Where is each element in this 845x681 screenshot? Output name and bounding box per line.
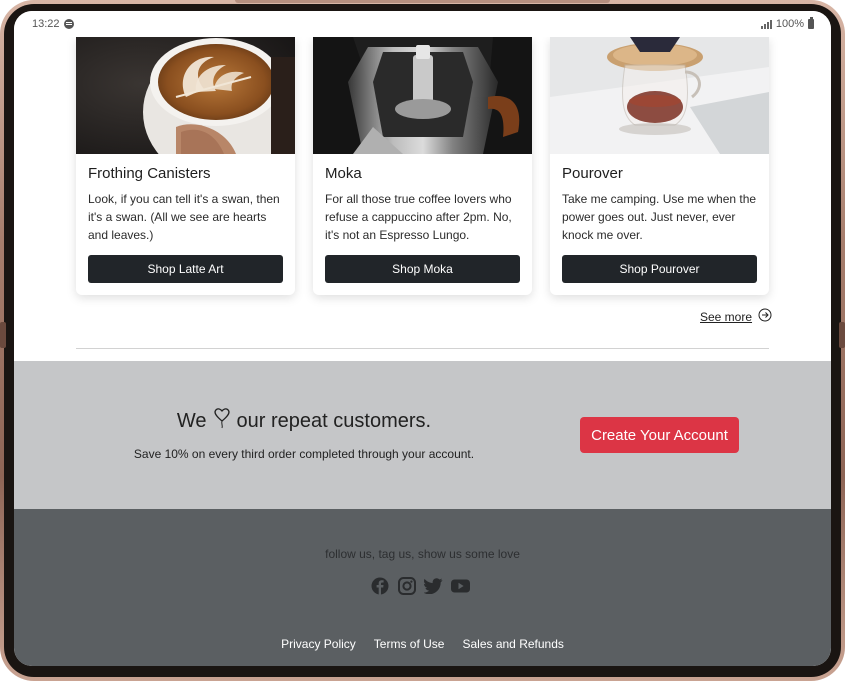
card-title: Frothing Canisters	[88, 165, 211, 182]
see-more-link[interactable]: See more	[700, 308, 772, 325]
promo-subtext: Save 10% on every third order completed …	[133, 447, 475, 461]
card-title: Moka	[325, 165, 362, 182]
status-time: 13:22	[32, 18, 60, 30]
section-divider	[76, 348, 769, 349]
product-card-frothing: Frothing Canisters Look, if you can tell…	[76, 37, 295, 295]
promo-heading-start: We	[176, 409, 207, 432]
shop-pourover-button[interactable]: Shop Pourover	[562, 255, 757, 283]
latte-art-image	[76, 37, 295, 154]
youtube-icon[interactable]	[451, 576, 470, 595]
hinge-right	[839, 322, 845, 348]
shop-latte-art-button[interactable]: Shop Latte Art	[88, 255, 283, 283]
device-frame: 13:22 100% Frothing Canisters Look, if y…	[0, 0, 845, 681]
pourover-image	[550, 37, 769, 154]
promo-heading-end: our repeat customers.	[236, 409, 432, 432]
footer-tagline: follow us, tag us, show us some love	[325, 547, 520, 561]
battery-percent: 100%	[775, 18, 804, 30]
instagram-icon[interactable]	[397, 576, 416, 595]
signal-icon	[760, 19, 772, 29]
screen: 13:22 100% Frothing Canisters Look, if y…	[14, 11, 831, 666]
footer-links: Privacy Policy Terms of Use Sales and Re…	[14, 637, 831, 651]
card-title: Pourover	[562, 165, 623, 182]
spotify-icon	[63, 19, 74, 29]
card-description: Look, if you can tell it's a swan, then …	[88, 192, 280, 242]
battery-icon	[808, 17, 814, 29]
privacy-policy-link[interactable]: Privacy Policy	[281, 637, 356, 651]
sales-and-refunds-link[interactable]: Sales and Refunds	[462, 637, 563, 651]
arrow-right-circle-icon	[758, 308, 772, 325]
terms-of-use-link[interactable]: Terms of Use	[374, 637, 445, 651]
card-description: For all those true coffee lovers who ref…	[325, 192, 512, 242]
footer: follow us, tag us, show us some love Pri…	[14, 509, 831, 666]
see-more-label: See more	[700, 309, 753, 324]
product-card-moka: Moka For all those true coffee lovers wh…	[313, 37, 532, 295]
moka-pot-image	[313, 37, 532, 154]
twitter-icon[interactable]	[424, 576, 443, 595]
social-links	[370, 576, 470, 595]
card-description: Take me camping. Use me when the power g…	[562, 192, 757, 242]
heart-balloon-icon	[213, 407, 231, 435]
promo-heading: We our repeat customers.	[14, 407, 594, 435]
facebook-icon[interactable]	[370, 576, 389, 595]
shop-moka-button[interactable]: Shop Moka	[325, 255, 520, 283]
repeat-customers-banner: We our repeat customers. Save 10% on eve…	[14, 361, 831, 509]
product-card-pourover: Pourover Take me camping. Use me when th…	[550, 37, 769, 295]
hinge-left	[0, 322, 6, 348]
status-bar: 13:22 100%	[14, 11, 831, 37]
create-account-button[interactable]: Create Your Account	[580, 417, 739, 453]
device-top-edge	[235, 0, 610, 3]
